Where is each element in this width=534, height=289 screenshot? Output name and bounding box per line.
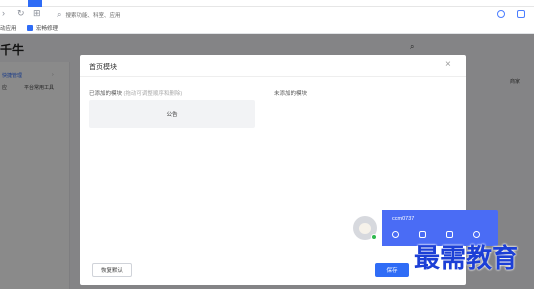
grid-icon[interactable]: ⊞ [33, 8, 41, 19]
search-placeholder: 搜索功能、科室、应用 [65, 12, 121, 19]
browser-tab-strip [0, 0, 534, 7]
search-icon[interactable] [473, 231, 480, 238]
avatar-container[interactable] [348, 210, 382, 246]
mail-icon[interactable] [517, 10, 525, 18]
username: ccm0737 [392, 216, 415, 222]
close-icon[interactable]: × [445, 60, 451, 70]
avatar-face [359, 223, 371, 234]
window-icon[interactable] [446, 231, 453, 238]
module-card-label: 公告 [166, 112, 178, 118]
save-button[interactable]: 保存 [375, 263, 409, 277]
watermark-logo: 最需教育 [414, 244, 519, 274]
active-tab[interactable] [28, 0, 42, 7]
bookmark-item[interactable]: 动应用 [0, 24, 17, 32]
bookmark-item[interactable]: 宏畅修理 [27, 24, 58, 32]
refresh-icon[interactable]: ↻ [17, 8, 25, 19]
dialog-header: 首页模块 × [80, 55, 466, 77]
mail-icon[interactable] [419, 231, 426, 238]
added-modules-label: 已添加的模块 [89, 91, 123, 97]
unadded-modules-heading: 未添加的模块 [274, 91, 308, 97]
added-modules-heading: 已添加的模块 (拖动可调整顺序和删除) [89, 89, 182, 97]
added-modules-hint: (拖动可调整顺序和删除) [123, 91, 183, 97]
search-bar[interactable]: ⌕ 搜索功能、科室、应用 [57, 9, 497, 20]
bookmarks-bar: 动应用 宏畅修理 [0, 22, 534, 34]
module-card-announcement[interactable]: 公告 [89, 100, 255, 128]
home-modules-dialog: 首页模块 × 已添加的模块 (拖动可调整顺序和删除) 未添加的模块 公告 恢复默… [80, 55, 466, 285]
browser-toolbar: › ↻ ⊞ ⌕ 搜索功能、科室、应用 [0, 7, 534, 22]
dialog-title: 首页模块 [89, 64, 117, 71]
avatar [353, 216, 377, 240]
bookmark-label: 宏畅修理 [36, 26, 59, 32]
shield-icon[interactable] [392, 231, 399, 238]
bookmark-favicon-icon [27, 25, 33, 31]
forward-icon[interactable]: › [2, 8, 5, 18]
profile-icon[interactable] [497, 10, 505, 18]
bookmark-label: 动应用 [0, 26, 17, 32]
search-icon: ⌕ [57, 9, 62, 19]
restore-default-button[interactable]: 恢复默认 [92, 263, 132, 277]
online-status-icon [371, 234, 377, 240]
